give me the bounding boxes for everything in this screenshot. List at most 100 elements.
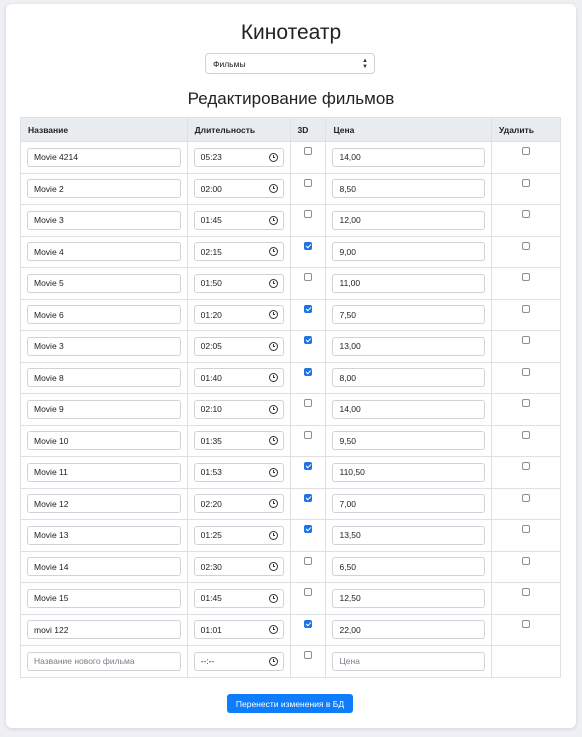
duration-input[interactable]: 01:53	[193, 462, 284, 482]
price-input[interactable]: 14,00	[332, 399, 486, 419]
duration-input[interactable]: 02:05	[193, 336, 284, 356]
price-input[interactable]: 8,00	[332, 368, 486, 388]
entity-select[interactable]: Фильмы ▲ ▼	[205, 53, 375, 74]
new-price-input[interactable]: Цена	[332, 651, 486, 671]
3d-checkbox[interactable]	[303, 336, 312, 345]
price-cell: 8,00	[325, 361, 493, 394]
price-input[interactable]: 7,50	[332, 305, 486, 325]
save-to-db-button[interactable]: Перенести изменения в БД	[227, 694, 353, 713]
3d-checkbox[interactable]	[303, 304, 312, 313]
price-cell: 13,50	[325, 519, 493, 552]
delete-checkbox[interactable]	[522, 178, 531, 187]
movie-name-input[interactable]: Movie 8	[27, 368, 181, 388]
table-row: Movie 4214 05:23 14,00	[20, 141, 561, 174]
3d-checkbox[interactable]	[303, 430, 312, 439]
duration-input[interactable]: 02:30	[193, 557, 284, 577]
3d-checkbox[interactable]	[303, 525, 312, 534]
price-input[interactable]: 8,50	[332, 179, 486, 199]
price-input[interactable]: 6,50	[332, 557, 486, 577]
movie-name-input[interactable]: Movie 4214	[27, 147, 181, 167]
duration-input[interactable]: 01:45	[193, 588, 284, 608]
price-input[interactable]: 22,00	[332, 620, 486, 640]
new-duration-input[interactable]: --:--	[193, 651, 284, 671]
3d-checkbox[interactable]	[303, 273, 312, 282]
duration-input[interactable]: 01:45	[193, 210, 284, 230]
delete-checkbox[interactable]	[522, 147, 531, 156]
movie-name-input[interactable]: Movie 9	[27, 399, 181, 419]
delete-checkbox[interactable]	[522, 619, 531, 628]
price-input[interactable]: 9,50	[332, 431, 486, 451]
delete-checkbox[interactable]	[522, 273, 531, 282]
movie-name-input[interactable]: Movie 15	[27, 588, 181, 608]
delete-cell	[491, 582, 561, 615]
movie-name-input[interactable]: Movie 5	[27, 273, 181, 293]
movie-name-input[interactable]: Movie 2	[27, 179, 181, 199]
delete-checkbox[interactable]	[522, 588, 531, 597]
3d-checkbox[interactable]	[303, 367, 312, 376]
duration-value: 02:00	[200, 183, 222, 194]
delete-checkbox[interactable]	[522, 399, 531, 408]
movie-name-input[interactable]: Movie 13	[27, 525, 181, 545]
delete-checkbox[interactable]	[522, 210, 531, 219]
table-row: Movie 3 01:45 12,00	[20, 204, 561, 237]
name-cell: Movie 2	[20, 172, 188, 205]
movie-name-input[interactable]: Movie 4	[27, 242, 181, 262]
new-movie-name-input[interactable]: Название нового фильма	[27, 651, 181, 671]
clock-icon	[268, 373, 278, 383]
3d-checkbox[interactable]	[303, 493, 312, 502]
3d-checkbox[interactable]	[303, 241, 312, 250]
duration-input[interactable]: 05:23	[193, 147, 284, 167]
price-input[interactable]: 13,00	[332, 336, 486, 356]
3d-checkbox[interactable]	[303, 399, 312, 408]
price-input[interactable]: 7,00	[332, 494, 486, 514]
movie-name-input[interactable]: Movie 14	[27, 557, 181, 577]
price-input[interactable]: 12,50	[332, 588, 486, 608]
duration-input[interactable]: 01:50	[193, 273, 284, 293]
movie-name-input[interactable]: Movie 3	[27, 210, 181, 230]
duration-input[interactable]: 01:01	[193, 620, 284, 640]
duration-input[interactable]: 02:10	[193, 399, 284, 419]
price-input[interactable]: 9,00	[332, 242, 486, 262]
delete-checkbox[interactable]	[522, 525, 531, 534]
price-input[interactable]: 12,00	[332, 210, 486, 230]
3d-checkbox[interactable]	[303, 210, 312, 219]
duration-input[interactable]: 02:15	[193, 242, 284, 262]
duration-input[interactable]: 01:35	[193, 431, 284, 451]
3d-checkbox[interactable]	[303, 178, 312, 187]
price-input[interactable]: 14,00	[332, 147, 486, 167]
delete-checkbox[interactable]	[522, 493, 531, 502]
delete-checkbox[interactable]	[522, 430, 531, 439]
duration-value: 01:25	[200, 530, 222, 541]
3d-checkbox[interactable]	[303, 462, 312, 471]
price-input[interactable]: 110,50	[332, 462, 486, 482]
price-input[interactable]: 13,50	[332, 525, 486, 545]
3d-checkbox[interactable]	[303, 588, 312, 597]
delete-checkbox[interactable]	[522, 336, 531, 345]
duration-input[interactable]: 01:20	[193, 305, 284, 325]
new-3d-checkbox[interactable]	[303, 651, 312, 660]
delete-checkbox[interactable]	[522, 556, 531, 565]
column-header-price: Цена	[325, 117, 493, 142]
delete-checkbox[interactable]	[522, 462, 531, 471]
duration-input[interactable]: 01:25	[193, 525, 284, 545]
movie-name-input[interactable]: Movie 3	[27, 336, 181, 356]
3d-cell	[289, 393, 327, 426]
price-input[interactable]: 11,00	[332, 273, 486, 293]
name-cell: Movie 4214	[20, 141, 188, 174]
duration-input[interactable]: 01:40	[193, 368, 284, 388]
movie-name-input[interactable]: movi 122	[27, 620, 181, 640]
movie-name-input[interactable]: Movie 11	[27, 462, 181, 482]
3d-checkbox[interactable]	[303, 556, 312, 565]
duration-input[interactable]: 02:00	[193, 179, 284, 199]
movie-name-input[interactable]: Movie 10	[27, 431, 181, 451]
3d-checkbox[interactable]	[303, 619, 312, 628]
delete-checkbox[interactable]	[522, 304, 531, 313]
3d-cell	[289, 613, 327, 646]
table-header-row: Название Длительность 3D Цена Удалить	[20, 117, 561, 142]
movie-name-input[interactable]: Movie 6	[27, 305, 181, 325]
movie-name-input[interactable]: Movie 12	[27, 494, 181, 514]
duration-input[interactable]: 02:20	[193, 494, 284, 514]
3d-checkbox[interactable]	[303, 147, 312, 156]
delete-checkbox[interactable]	[522, 367, 531, 376]
delete-checkbox[interactable]	[522, 241, 531, 250]
